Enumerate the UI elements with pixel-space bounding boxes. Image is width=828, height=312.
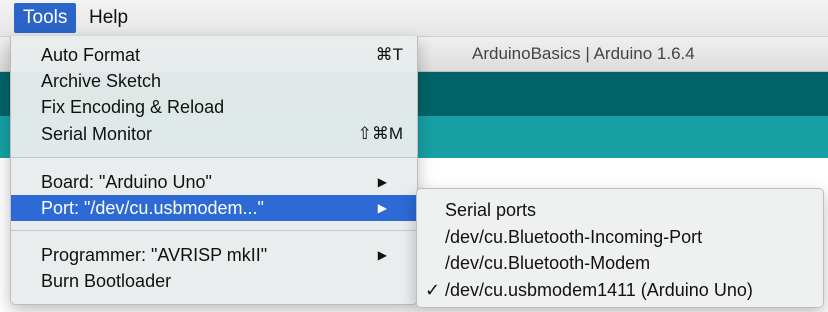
submenu-arrow-icon: ▶ bbox=[377, 175, 387, 189]
menu-item-label: Serial Monitor bbox=[41, 124, 153, 144]
menu-item-label: Fix Encoding & Reload bbox=[41, 97, 225, 117]
port-item-label: /dev/cu.Bluetooth-Modem bbox=[445, 253, 651, 273]
menu-item-programmer[interactable]: Programmer: "AVRISP mkII" ▶ bbox=[11, 242, 417, 268]
port-item-label: /dev/cu.usbmodem1411 (Arduino Uno) bbox=[445, 280, 753, 300]
shortcut-label: ⇧⌘M bbox=[357, 124, 403, 143]
menu-item-burn-bootloader[interactable]: Burn Bootloader bbox=[11, 268, 417, 294]
submenu-arrow-icon: ▶ bbox=[377, 201, 387, 215]
submenu-arrow-icon: ▶ bbox=[377, 248, 387, 262]
menu-item-label: Auto Format bbox=[41, 45, 141, 65]
shortcut-label: ⌘T bbox=[375, 45, 403, 64]
menu-separator bbox=[11, 230, 417, 231]
menu-bar: Tools Help bbox=[0, 0, 828, 37]
port-item-bluetooth-incoming[interactable]: /dev/cu.Bluetooth-Incoming-Port bbox=[417, 224, 823, 250]
submenu-header-label: Serial ports bbox=[445, 200, 537, 220]
port-item-bluetooth-modem[interactable]: /dev/cu.Bluetooth-Modem bbox=[417, 250, 823, 276]
menu-item-label: Programmer: "AVRISP mkII" bbox=[41, 245, 268, 265]
menu-item-serial-monitor[interactable]: Serial Monitor ⇧⌘M bbox=[11, 121, 417, 147]
checkmark-icon: ✓ bbox=[425, 280, 441, 300]
menu-item-label: Burn Bootloader bbox=[41, 271, 172, 291]
menu-tools[interactable]: Tools bbox=[14, 3, 77, 33]
port-submenu: Serial ports /dev/cu.Bluetooth-Incoming-… bbox=[416, 188, 824, 308]
menu-item-fix-encoding[interactable]: Fix Encoding & Reload bbox=[11, 94, 417, 120]
menu-separator bbox=[11, 157, 417, 158]
menu-item-archive-sketch[interactable]: Archive Sketch bbox=[11, 68, 417, 94]
submenu-header-serial-ports: Serial ports bbox=[417, 197, 823, 223]
port-item-usbmodem1411[interactable]: ✓ /dev/cu.usbmodem1411 (Arduino Uno) bbox=[417, 277, 823, 303]
tools-dropdown-menu: Auto Format ⌘T Archive Sketch Fix Encodi… bbox=[10, 36, 418, 305]
menu-item-port[interactable]: Port: "/dev/cu.usbmodem..." ▶ bbox=[11, 195, 417, 221]
port-item-label: /dev/cu.Bluetooth-Incoming-Port bbox=[445, 227, 703, 247]
menu-item-auto-format[interactable]: Auto Format ⌘T bbox=[11, 42, 417, 68]
menu-item-label: Archive Sketch bbox=[41, 71, 162, 91]
menu-item-label: Board: "Arduino Uno" bbox=[41, 172, 212, 192]
menu-item-board[interactable]: Board: "Arduino Uno" ▶ bbox=[11, 169, 417, 195]
menu-item-label: Port: "/dev/cu.usbmodem..." bbox=[41, 198, 264, 218]
window-title: ArduinoBasics | Arduino 1.6.4 bbox=[472, 44, 695, 63]
menu-help[interactable]: Help bbox=[80, 3, 137, 33]
